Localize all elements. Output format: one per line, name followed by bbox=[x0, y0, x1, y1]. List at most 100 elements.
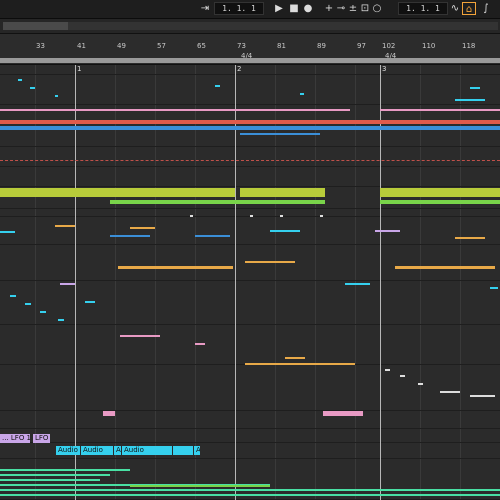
midi-clip[interactable] bbox=[380, 200, 500, 204]
locator-marker[interactable]: 2 bbox=[237, 65, 241, 73]
midi-clip[interactable] bbox=[380, 188, 500, 197]
midi-note[interactable] bbox=[30, 87, 35, 89]
audio-clip[interactable]: Audio bbox=[81, 446, 113, 455]
midi-note[interactable] bbox=[58, 319, 64, 321]
midi-note[interactable] bbox=[40, 311, 46, 313]
midi-note[interactable] bbox=[120, 335, 160, 337]
midi-note[interactable] bbox=[0, 126, 500, 130]
midi-note[interactable] bbox=[455, 237, 485, 239]
stop-icon[interactable]: ■ bbox=[287, 2, 301, 15]
midi-note[interactable] bbox=[400, 375, 405, 377]
midi-note[interactable] bbox=[130, 485, 270, 487]
midi-clip[interactable] bbox=[103, 411, 115, 416]
midi-note[interactable] bbox=[380, 109, 500, 111]
beat-time-ruler[interactable]: 33 41 49 57 65 73 81 89 97 102 110 118 4… bbox=[0, 34, 500, 65]
locator-line[interactable] bbox=[235, 65, 236, 500]
midi-note[interactable] bbox=[10, 295, 16, 297]
midi-note[interactable] bbox=[418, 383, 423, 385]
midi-note[interactable] bbox=[110, 235, 150, 237]
automation-line[interactable] bbox=[0, 160, 500, 161]
midi-note[interactable] bbox=[490, 287, 498, 289]
midi-note[interactable] bbox=[375, 230, 400, 232]
midi-note[interactable] bbox=[0, 469, 130, 471]
bar-label: 49 bbox=[117, 42, 126, 50]
audio-clip[interactable]: Audio bbox=[122, 446, 172, 455]
midi-note[interactable] bbox=[55, 225, 75, 227]
midi-note[interactable] bbox=[55, 95, 58, 97]
draw-icon[interactable]: ∿ bbox=[449, 2, 461, 15]
record-icon[interactable]: ● bbox=[301, 2, 315, 15]
audio-clip[interactable]: A bbox=[114, 446, 121, 455]
locator-line[interactable] bbox=[75, 65, 76, 500]
midi-note[interactable] bbox=[470, 395, 495, 397]
lfo-clip[interactable]: ... LFO 1 bbox=[0, 434, 30, 443]
locator-marker[interactable]: 3 bbox=[382, 65, 386, 73]
loop-icon[interactable]: ○ bbox=[371, 2, 383, 15]
bar-label: 110 bbox=[422, 42, 436, 50]
midi-note[interactable] bbox=[245, 261, 295, 263]
curve-icon[interactable]: ∫ bbox=[479, 2, 493, 15]
midi-note[interactable] bbox=[0, 489, 500, 491]
follow-icon[interactable]: ⇥ bbox=[198, 2, 212, 15]
bar-label: 81 bbox=[277, 42, 286, 50]
midi-clip[interactable] bbox=[240, 188, 325, 197]
plus-minus-icon[interactable]: ± bbox=[347, 2, 359, 15]
midi-note[interactable] bbox=[0, 494, 500, 496]
automation-icon[interactable]: ⌂ bbox=[462, 2, 476, 15]
overview-viewport[interactable] bbox=[3, 22, 68, 30]
midi-note[interactable] bbox=[250, 215, 253, 217]
midi-note[interactable] bbox=[245, 363, 355, 365]
midi-note[interactable] bbox=[190, 215, 193, 217]
midi-note[interactable] bbox=[195, 235, 230, 237]
midi-note[interactable] bbox=[280, 215, 283, 217]
midi-note[interactable] bbox=[385, 369, 390, 371]
audio-clip[interactable]: Audio bbox=[56, 446, 80, 455]
midi-note[interactable] bbox=[345, 283, 370, 285]
audio-clip[interactable] bbox=[173, 446, 193, 455]
midi-note[interactable] bbox=[455, 99, 485, 101]
add-icon[interactable]: + bbox=[323, 2, 335, 15]
midi-note[interactable] bbox=[25, 303, 31, 305]
midi-note[interactable] bbox=[0, 120, 500, 124]
locator-line[interactable] bbox=[380, 65, 381, 500]
lfo-clip[interactable]: LFO bbox=[33, 434, 50, 443]
arrangement-view[interactable]: 1 2 3 ... LFO 1 LFO Audio Audio A Audio … bbox=[0, 65, 500, 500]
overview-track bbox=[68, 22, 498, 30]
midi-note[interactable] bbox=[470, 87, 480, 89]
midi-clip[interactable] bbox=[323, 411, 363, 416]
bar-label: 33 bbox=[36, 42, 45, 50]
midi-note[interactable] bbox=[60, 283, 75, 285]
arrangement-overview[interactable] bbox=[0, 19, 500, 34]
midi-note[interactable] bbox=[240, 133, 320, 135]
bar-label: 97 bbox=[357, 42, 366, 50]
midi-note[interactable] bbox=[18, 79, 22, 81]
midi-note[interactable] bbox=[440, 391, 460, 393]
midi-clip[interactable] bbox=[110, 200, 325, 204]
loop-brace[interactable] bbox=[0, 58, 500, 63]
bar-label: 89 bbox=[317, 42, 326, 50]
midi-note[interactable] bbox=[0, 479, 100, 481]
song-position-field[interactable]: 1. 1. 1 bbox=[214, 2, 264, 15]
midi-note[interactable] bbox=[320, 215, 323, 217]
midi-note[interactable] bbox=[118, 266, 233, 269]
midi-note[interactable] bbox=[85, 301, 95, 303]
midi-note[interactable] bbox=[0, 231, 15, 233]
midi-clip[interactable] bbox=[0, 188, 235, 197]
loop-start-field[interactable]: 1. 1. 1 bbox=[398, 2, 448, 15]
midi-note[interactable] bbox=[130, 227, 155, 229]
play-icon[interactable]: ▶ bbox=[272, 2, 286, 15]
midi-note[interactable] bbox=[300, 93, 304, 95]
midi-note[interactable] bbox=[285, 357, 305, 359]
bar-label: 118 bbox=[462, 42, 476, 50]
bar-label: 57 bbox=[157, 42, 166, 50]
capture-icon[interactable]: ⊡ bbox=[359, 2, 371, 15]
midi-note[interactable] bbox=[215, 85, 220, 87]
midi-note[interactable] bbox=[0, 474, 110, 476]
midi-note[interactable] bbox=[195, 343, 205, 345]
audio-clip[interactable]: A bbox=[194, 446, 200, 455]
locator-marker[interactable]: 1 bbox=[77, 65, 81, 73]
midi-note[interactable] bbox=[0, 109, 350, 111]
link-icon[interactable]: ⊸ bbox=[335, 2, 347, 15]
midi-note[interactable] bbox=[395, 266, 495, 269]
midi-note[interactable] bbox=[270, 230, 300, 232]
